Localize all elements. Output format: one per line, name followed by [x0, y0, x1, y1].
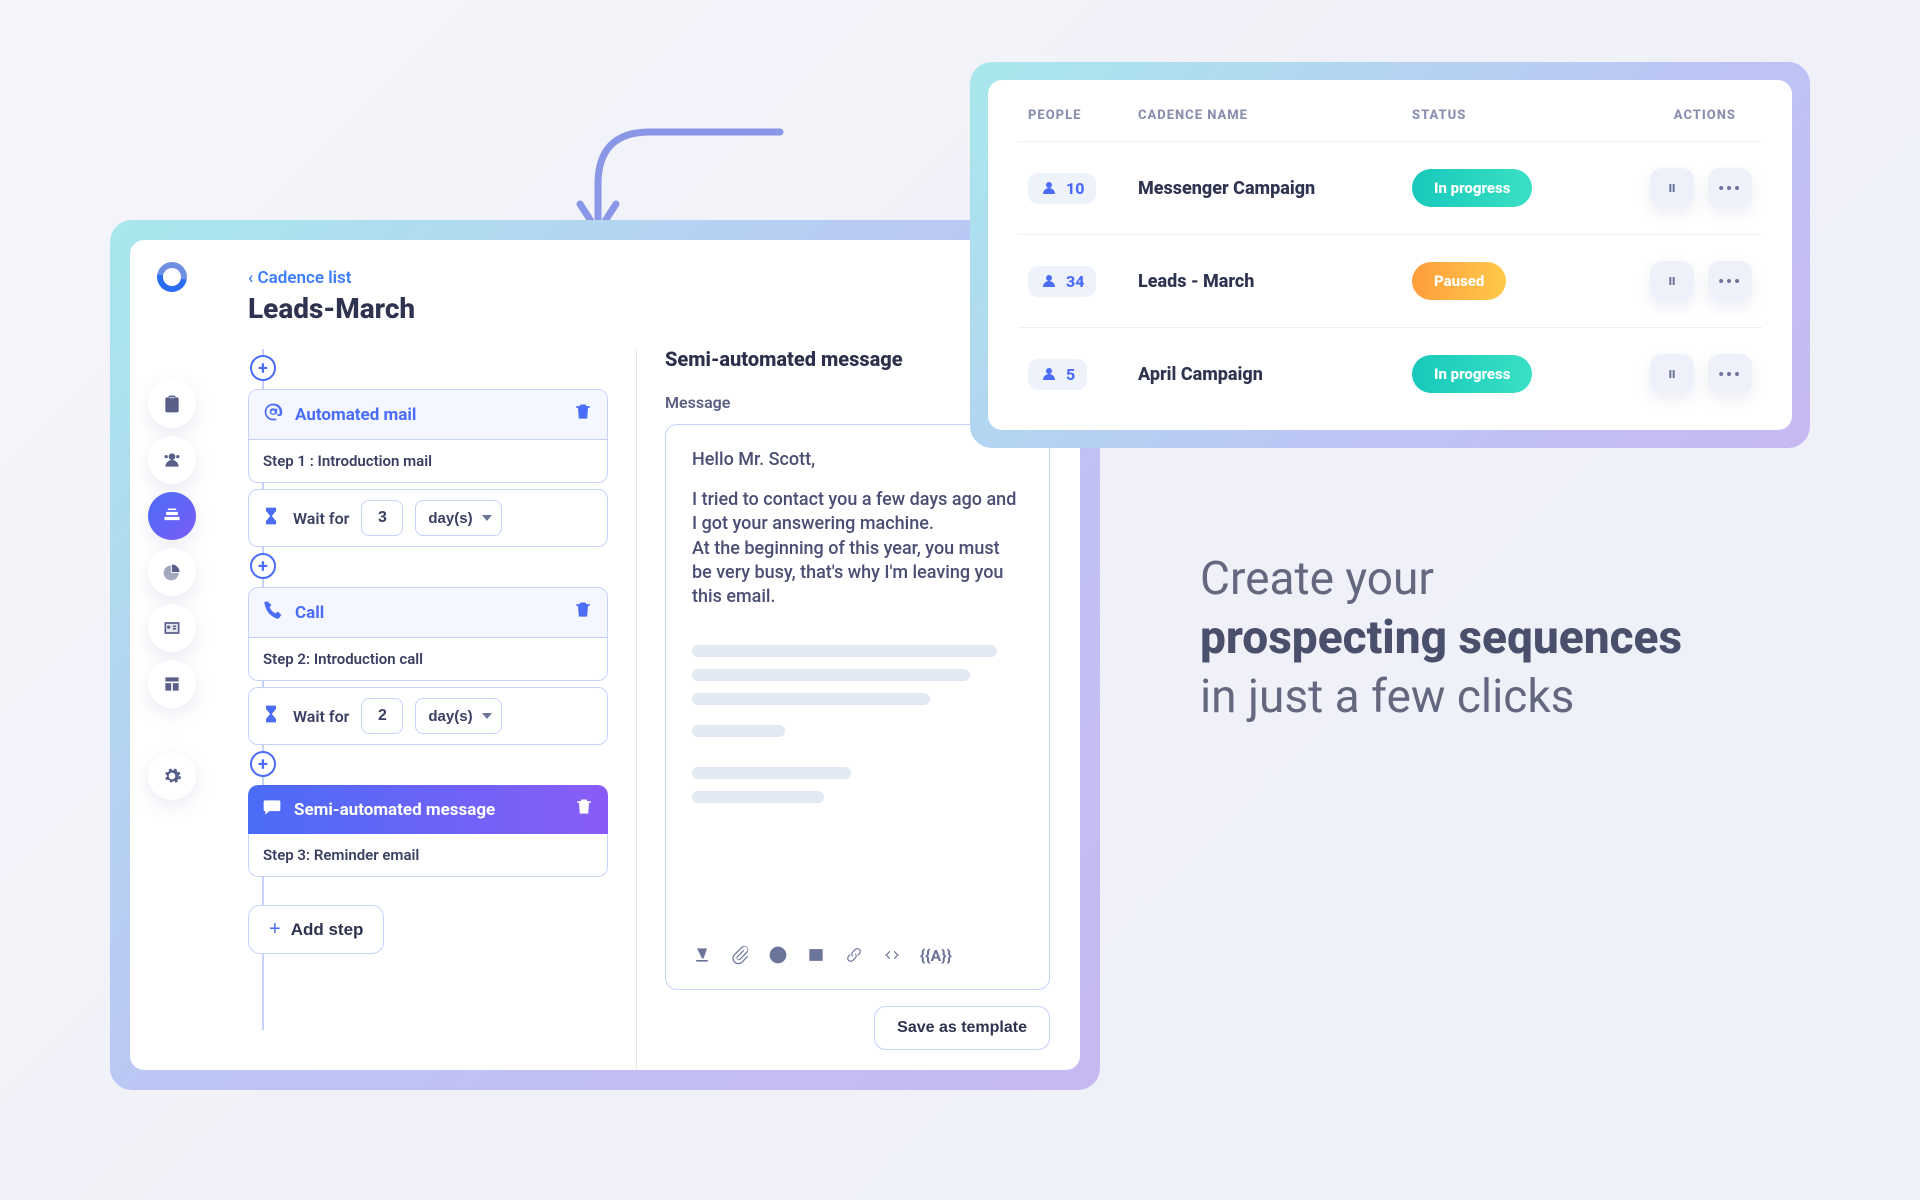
more-button[interactable]: ••• [1708, 261, 1752, 301]
nav-clipboard[interactable] [148, 380, 196, 428]
placeholder-line [692, 767, 851, 779]
people-icon [1040, 179, 1058, 197]
message-editor[interactable]: Hello Mr. Scott, I tried to contact you … [665, 424, 1050, 990]
phone-icon [263, 600, 283, 625]
pause-button[interactable] [1650, 354, 1694, 394]
people-icon [1040, 365, 1058, 383]
wait-unit-select[interactable]: day(s) [415, 698, 502, 734]
add-node-1[interactable]: + [250, 553, 276, 579]
attachment-icon[interactable] [730, 945, 750, 965]
wait-value-input[interactable] [361, 500, 403, 536]
wait-unit-select[interactable]: day(s) [415, 500, 502, 536]
format-text-icon[interactable] [692, 945, 712, 965]
mail-at-icon [263, 402, 283, 427]
page-title: Leads-March [248, 292, 1080, 325]
add-node-0[interactable]: + [250, 355, 276, 381]
emoji-icon[interactable] [768, 945, 788, 965]
link-icon[interactable] [844, 945, 864, 965]
cadence-name[interactable]: April Campaign [1138, 364, 1412, 385]
delete-step-button[interactable] [574, 797, 594, 822]
add-node-2[interactable]: + [250, 751, 276, 777]
step-subtitle: Step 2: Introduction call [249, 638, 607, 680]
nav-settings[interactable] [148, 752, 196, 800]
placeholder-line [692, 669, 970, 681]
greeting: Hello Mr. Scott, [692, 449, 1023, 470]
nav-contacts[interactable] [148, 604, 196, 652]
nav-cadences[interactable] [148, 492, 196, 540]
message-body: I tried to contact you a few days ago an… [692, 488, 1023, 609]
step-title: Semi-automated message [294, 800, 495, 820]
col-name: CADENCE NAME [1138, 108, 1412, 123]
hourglass-icon [261, 506, 281, 530]
add-step-button[interactable]: + Add step [248, 905, 384, 954]
step-title: Automated mail [295, 405, 416, 425]
marketing-tagline: Create your prospecting sequences in jus… [1200, 550, 1800, 727]
step-title: Call [295, 603, 324, 623]
placeholder-line [692, 791, 824, 803]
table-row: 10 Messenger Campaign In progress ••• [1018, 141, 1762, 234]
hourglass-icon [261, 704, 281, 728]
wait-value-input[interactable] [361, 698, 403, 734]
logo [151, 256, 193, 298]
plus-icon: + [269, 918, 281, 941]
chat-icon [262, 797, 282, 822]
save-template-button[interactable]: Save as template [874, 1006, 1050, 1050]
pause-button[interactable] [1650, 261, 1694, 301]
step-subtitle: Step 1 : Introduction mail [249, 440, 607, 482]
status-badge: In progress [1412, 355, 1532, 393]
cadence-name[interactable]: Messenger Campaign [1138, 178, 1412, 199]
cadence-table-card: PEOPLE CADENCE NAME STATUS ACTIONS 10 Me… [970, 62, 1810, 448]
message-panel: Semi-automated message Message Hello Mr.… [636, 349, 1080, 1070]
table-header: PEOPLE CADENCE NAME STATUS ACTIONS [1018, 100, 1762, 141]
nav-templates[interactable] [148, 660, 196, 708]
placeholder-line [692, 645, 997, 657]
col-actions: ACTIONS [1572, 108, 1752, 123]
delete-step-button[interactable] [573, 600, 593, 625]
col-people: PEOPLE [1028, 108, 1138, 123]
delete-step-button[interactable] [573, 402, 593, 427]
more-button[interactable]: ••• [1708, 354, 1752, 394]
app-window: ‹ Cadence list Leads-March + Automated m… [110, 220, 1100, 1090]
wait-step-2[interactable]: Wait for day(s) [248, 687, 608, 745]
people-icon [1040, 272, 1058, 290]
placeholder-line [692, 725, 785, 737]
wait-label: Wait for [293, 509, 349, 528]
status-badge: Paused [1412, 262, 1506, 300]
step-mail[interactable]: Automated mail Step 1 : Introduction mai… [248, 389, 608, 483]
nav-reports[interactable] [148, 548, 196, 596]
wait-label: Wait for [293, 707, 349, 726]
nav-people[interactable] [148, 436, 196, 484]
cadence-name[interactable]: Leads - March [1138, 271, 1412, 292]
step-message-selected[interactable]: Semi-automated message Step 3: Reminder … [248, 785, 608, 877]
table-row: 34 Leads - March Paused ••• [1018, 234, 1762, 327]
sidebar [130, 240, 214, 1070]
col-status: STATUS [1412, 108, 1572, 123]
people-pill[interactable]: 34 [1028, 266, 1096, 297]
wait-step-1[interactable]: Wait for day(s) [248, 489, 608, 547]
variable-token[interactable]: {{A}} [920, 946, 952, 965]
people-pill[interactable]: 5 [1028, 359, 1087, 390]
table-row: 5 April Campaign In progress ••• [1018, 327, 1762, 420]
back-link[interactable]: ‹ Cadence list [248, 268, 1080, 288]
editor-toolbar: {{A}} [692, 945, 1023, 965]
placeholder-line [692, 693, 930, 705]
image-icon[interactable] [806, 945, 826, 965]
steps-column: + Automated mail Step 1 : Intro [248, 349, 608, 1070]
status-badge: In progress [1412, 169, 1532, 207]
step-call[interactable]: Call Step 2: Introduction call [248, 587, 608, 681]
people-pill[interactable]: 10 [1028, 173, 1096, 204]
more-button[interactable]: ••• [1708, 168, 1752, 208]
code-icon[interactable] [882, 945, 902, 965]
step-subtitle: Step 3: Reminder email [248, 834, 608, 877]
pause-button[interactable] [1650, 168, 1694, 208]
